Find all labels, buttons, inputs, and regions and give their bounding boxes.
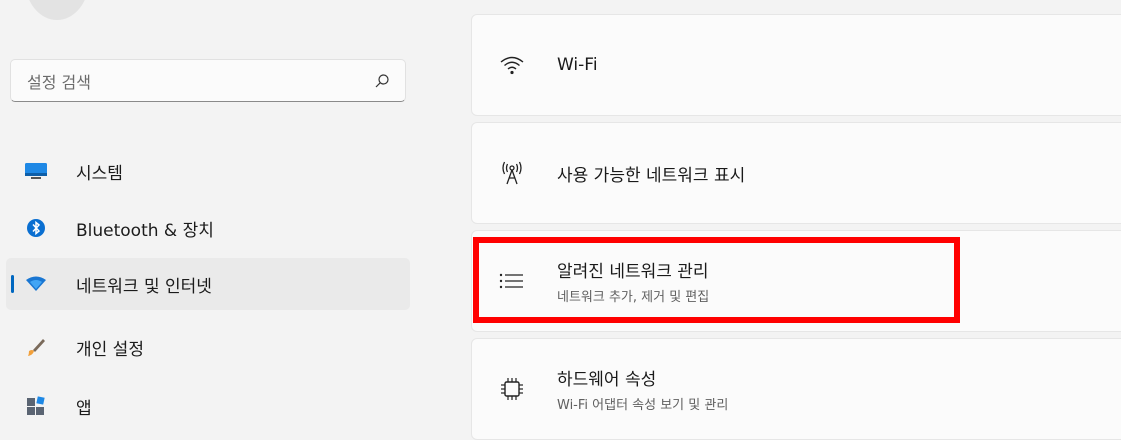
manage-known-networks-title: 알려진 네트워크 관리: [557, 262, 709, 282]
show-available-networks-card[interactable]: 사용 가능한 네트워크 표시: [471, 122, 1121, 224]
wifi-title: Wi-Fi: [557, 55, 598, 75]
avatar[interactable]: [25, 0, 89, 20]
sidebar-item-bluetooth[interactable]: Bluetooth & 장치: [6, 202, 410, 254]
sidebar-item-label: 시스템: [76, 163, 123, 184]
list-icon: [497, 266, 527, 296]
antenna-icon: [497, 158, 527, 188]
manage-known-networks-subtitle: 네트워크 추가, 제거 및 편집: [557, 290, 710, 305]
show-available-networks-title: 사용 가능한 네트워크 표시: [557, 165, 746, 186]
sidebar-item-personalization[interactable]: 개인 설정: [6, 321, 410, 373]
sidebar-item-network[interactable]: 네트워크 및 인터넷: [6, 258, 410, 310]
sidebar-item-label: 앱: [76, 398, 92, 419]
chip-icon: [497, 374, 527, 404]
selection-indicator: [11, 275, 14, 293]
search-box[interactable]: 설정 검색: [10, 59, 406, 102]
sidebar-item-label: Bluetooth & 장치: [76, 220, 214, 241]
hardware-properties-subtitle: Wi-Fi 어댑터 속성 보기 및 관리: [557, 398, 729, 413]
sidebar-item-label: 네트워크 및 인터넷: [76, 276, 212, 297]
bluetooth-icon: [24, 216, 48, 240]
hardware-properties-card[interactable]: 하드웨어 속성 Wi-Fi 어댑터 속성 보기 및 관리: [471, 338, 1121, 440]
network-icon: [24, 272, 48, 296]
sidebar-item-apps[interactable]: 앱: [6, 380, 410, 432]
sidebar-item-system[interactable]: 시스템: [6, 145, 410, 197]
apps-icon: [24, 394, 48, 418]
brush-icon: [24, 335, 48, 359]
wifi-card[interactable]: Wi-Fi: [471, 14, 1121, 116]
hardware-properties-title: 하드웨어 속성: [557, 370, 657, 390]
search-input[interactable]: 설정 검색: [27, 69, 373, 93]
sidebar-item-label: 개인 설정: [76, 339, 144, 360]
monitor-icon: [24, 159, 48, 183]
search-icon[interactable]: [373, 72, 391, 90]
wifi-icon: [497, 50, 527, 80]
manage-known-networks-card[interactable]: 알려진 네트워크 관리 네트워크 추가, 제거 및 편집: [471, 230, 1121, 332]
